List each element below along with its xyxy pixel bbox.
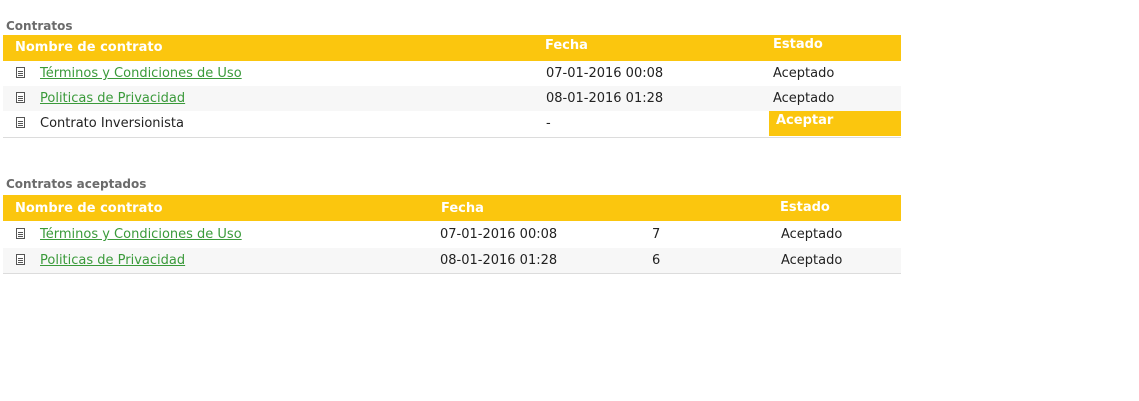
contract-date: 08-01-2016 01:28 <box>546 91 664 106</box>
document-icon <box>16 228 25 239</box>
table-row: Términos y Condiciones de Uso 07-01-2016… <box>3 61 901 86</box>
contract-status: Aceptado <box>781 253 843 268</box>
table-row: Politicas de Privacidad 08-01-2016 01:28… <box>3 248 901 273</box>
table-row: Términos y Condiciones de Uso 07-01-2016… <box>3 222 901 247</box>
section-title-contratos-aceptados: Contratos aceptados <box>6 177 147 191</box>
contract-status: Aceptado <box>773 91 835 106</box>
section-title-contratos: Contratos <box>6 19 73 33</box>
document-icon <box>16 254 25 265</box>
contract-status: Aceptado <box>781 227 843 242</box>
document-icon <box>16 117 25 128</box>
contract-status: Aceptado <box>773 66 835 81</box>
column-header-date: Fecha <box>441 201 484 216</box>
column-header-status: Estado <box>773 37 823 52</box>
column-header-name: Nombre de contrato <box>15 40 163 55</box>
contract-link[interactable]: Politicas de Privacidad <box>40 253 185 268</box>
accept-button[interactable]: Aceptar <box>769 111 901 136</box>
document-icon <box>16 67 25 78</box>
table-row: Contrato Inversionista - Aceptar <box>3 111 901 136</box>
contract-date: 07-01-2016 00:08 <box>440 227 558 242</box>
contract-name: Contrato Inversionista <box>40 116 184 131</box>
contract-date: 07-01-2016 00:08 <box>546 66 664 81</box>
column-header-status: Estado <box>780 200 830 215</box>
contract-number: 6 <box>652 253 661 268</box>
contract-link[interactable]: Términos y Condiciones de Uso <box>40 66 242 81</box>
column-header-date: Fecha <box>545 38 588 53</box>
table-row: Politicas de Privacidad 08-01-2016 01:28… <box>3 86 901 111</box>
document-icon <box>16 92 25 103</box>
contracts-table: Nombre de contrato Fecha Estado Términos… <box>3 35 901 138</box>
accepted-contracts-table: Nombre de contrato Fecha Estado Términos… <box>3 195 901 274</box>
contract-date: - <box>546 116 551 131</box>
column-header-name: Nombre de contrato <box>15 201 163 216</box>
contract-number: 7 <box>652 227 661 242</box>
table-header: Nombre de contrato Fecha Estado <box>3 195 901 221</box>
table-header: Nombre de contrato Fecha Estado <box>3 35 901 61</box>
contract-date: 08-01-2016 01:28 <box>440 253 558 268</box>
contract-link[interactable]: Términos y Condiciones de Uso <box>40 227 242 242</box>
contract-link[interactable]: Politicas de Privacidad <box>40 91 185 106</box>
